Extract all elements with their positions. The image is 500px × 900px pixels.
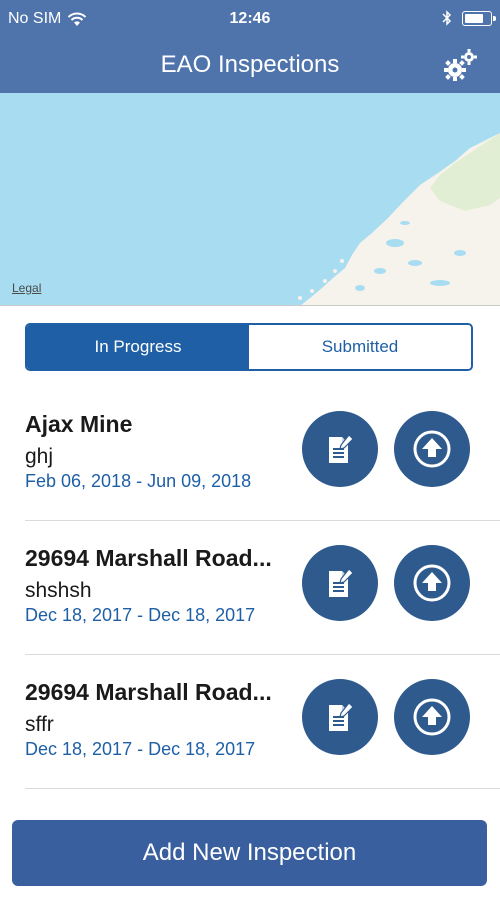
inspection-subtitle: ghj — [25, 445, 54, 468]
submit-inspection-button[interactable] — [394, 411, 470, 487]
inspection-title: 29694 Marshall Road... — [25, 679, 272, 705]
add-new-inspection-button[interactable]: Add New Inspection — [12, 820, 487, 886]
submit-inspection-button[interactable] — [394, 545, 470, 621]
upload-arrow-icon — [413, 430, 451, 468]
page-title: EAO Inspections — [160, 51, 340, 78]
nav-bar: EAO Inspections — [0, 38, 500, 93]
map-view[interactable]: Legal — [0, 93, 500, 306]
inspection-title: 29694 Marshall Road... — [25, 545, 272, 571]
battery-icon — [462, 10, 496, 26]
tab-in-progress[interactable]: In Progress — [27, 325, 249, 369]
status-time: 12:46 — [229, 10, 271, 27]
edit-inspection-button[interactable] — [302, 679, 378, 755]
inspection-row[interactable]: 29694 Marshall Road... sffr Dec 18, 2017… — [25, 655, 500, 789]
bluetooth-icon — [442, 10, 452, 26]
inspection-dates: Feb 06, 2018 - Jun 09, 2018 — [25, 471, 252, 491]
inspection-subtitle: sffr — [25, 713, 54, 736]
edit-inspection-button[interactable] — [302, 545, 378, 621]
inspection-subtitle: shshsh — [25, 579, 92, 602]
edit-document-icon — [329, 434, 354, 463]
map-land-shape — [298, 133, 500, 305]
edit-inspection-button[interactable] — [302, 411, 378, 487]
tab-submitted[interactable]: Submitted — [249, 325, 471, 369]
edit-document-icon — [329, 702, 354, 731]
status-bar: No SIM 12:46 — [0, 0, 500, 38]
status-right — [442, 10, 496, 26]
inspection-row[interactable]: 29694 Marshall Road... shshsh Dec 18, 20… — [25, 521, 500, 655]
inspection-list: Ajax Mine ghj Feb 06, 2018 - Jun 09, 201… — [0, 387, 500, 789]
upload-arrow-icon — [413, 698, 451, 736]
inspection-dates: Dec 18, 2017 - Dec 18, 2017 — [25, 739, 256, 759]
settings-button[interactable] — [440, 46, 480, 86]
inspection-title: Ajax Mine — [25, 411, 133, 437]
gears-icon — [444, 49, 477, 81]
map-legal-link[interactable]: Legal — [12, 281, 41, 295]
inspection-row[interactable]: Ajax Mine ghj Feb 06, 2018 - Jun 09, 201… — [25, 387, 500, 521]
inspection-dates: Dec 18, 2017 - Dec 18, 2017 — [25, 605, 256, 625]
edit-document-icon — [329, 568, 354, 597]
status-segmented-control: In Progress Submitted — [25, 323, 473, 371]
submit-inspection-button[interactable] — [394, 679, 470, 755]
upload-arrow-icon — [413, 564, 451, 602]
